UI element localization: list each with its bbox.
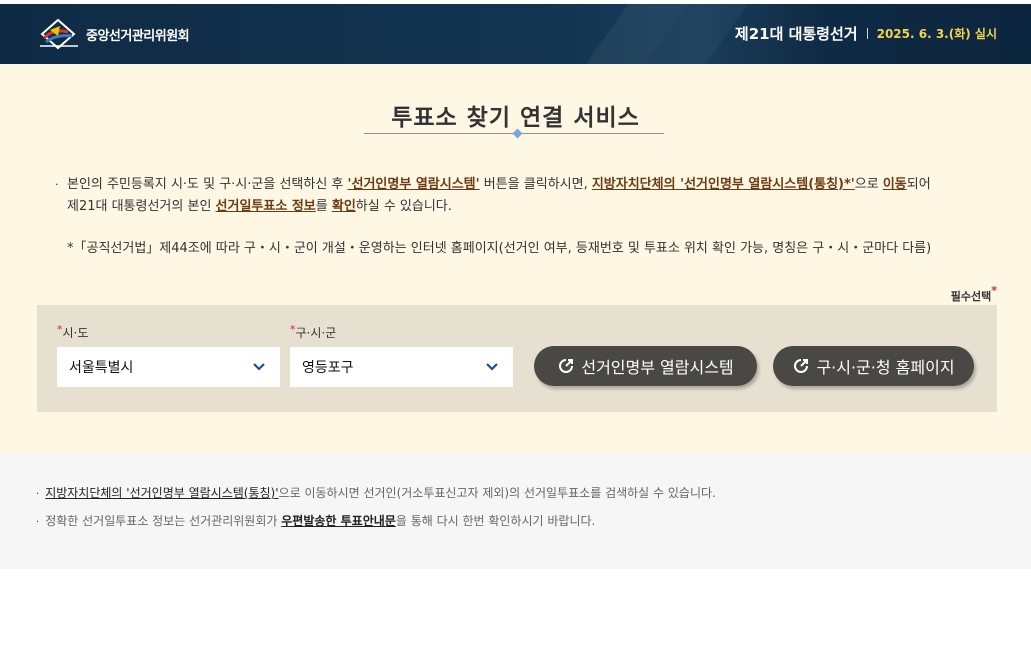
required-mark: * (290, 323, 296, 336)
bullet-icon: · (36, 517, 40, 528)
bullet-icon: · (55, 178, 59, 191)
page-title: 투표소 찾기 연결 서비스 (391, 105, 640, 131)
footer-notice-1: · 지방자치단체의 '선거인명부 열람시스템(통칭)'으로 이동하시면 선거인(거… (36, 484, 716, 501)
desc-highlight-move: 이동 (882, 177, 907, 192)
desc-text: 되어 (906, 177, 931, 192)
desc-highlight-polling-info: 선거일투표소 정보 (215, 199, 316, 214)
desc-text: 으로 (854, 177, 883, 192)
main-content: 투표소 찾기 연결 서비스 · 본인의 주민등록지 시·도 및 구·시·군을 선… (0, 64, 1031, 452)
voter-registry-button-label: 선거인명부 열람시스템 (581, 358, 734, 377)
sigungu-selected-value: 영등포구 (302, 360, 354, 376)
chevron-down-icon (485, 360, 499, 378)
footer-text: 으로 이동하시면 선거인(거소투표신고자 제외)의 선거일투표소를 검색하실 수… (278, 486, 716, 500)
sigungu-label-text: 구·시·군 (295, 326, 337, 340)
chevron-down-icon (252, 360, 266, 378)
voter-registry-button[interactable]: 선거인명부 열람시스템 (534, 346, 757, 386)
nec-logo-icon (38, 18, 80, 50)
election-info: 제21대 대통령선거 2025. 6. 3.(화) 실시 (735, 23, 997, 44)
sigungu-label: *구·시·군 (290, 323, 337, 341)
site-header: 중앙선거관리위원회 제21대 대통령선거 2025. 6. 3.(화) 실시 (0, 4, 1031, 64)
search-panel: *시·도 서울특별시 *구·시·군 영등포구 선거인명부 열람시스템 구·시·군… (37, 305, 997, 412)
org-logo[interactable]: 중앙선거관리위원회 (38, 18, 190, 50)
footer-text: 정확한 선거일투표소 정보는 선거관리위원회가 (45, 514, 282, 528)
desc-highlight-registry: '선거인명부 열람시스템' (347, 177, 480, 192)
desc-text: 버튼을 클릭하시면, (479, 177, 592, 192)
desc-highlight-confirm: 확인 (331, 199, 356, 214)
footer-local-system-text: 지방자치단체의 '선거인명부 열람시스템(통칭)' (45, 486, 279, 500)
election-date: 2025. 6. 3.(화) 실시 (876, 27, 997, 41)
local-homepage-button-label: 구·시·군·청 홈페이지 (816, 358, 955, 377)
footer-mail-guide-text: 우편발송한 투표안내문 (281, 514, 396, 528)
description-paragraph: 본인의 주민등록지 시·도 및 구·시·군을 선택하신 후 '선거인명부 열람시… (55, 174, 995, 218)
desc-text: 를 (315, 199, 332, 214)
sido-selected-value: 서울특별시 (69, 360, 134, 376)
notice-footer: · 지방자치단체의 '선거인명부 열람시스템(통칭)'으로 이동하시면 선거인(거… (0, 452, 1031, 569)
external-link-icon (792, 357, 810, 375)
sido-label: *시·도 (57, 323, 89, 341)
required-mark: * (991, 284, 997, 297)
required-label: 필수선택 (950, 290, 992, 303)
sido-label-text: 시·도 (62, 326, 89, 340)
desc-highlight-local-system: 지방자치단체의 '선거인명부 열람시스템(통칭)*' (591, 177, 855, 192)
law-footnote: *「공직선거법」제44조에 따라 구・시・군이 개설・운영하는 인터넷 홈페이지… (67, 241, 932, 256)
external-link-icon (557, 357, 575, 375)
bullet-icon: · (36, 489, 40, 500)
desc-text: 하실 수 있습니다. (355, 199, 452, 214)
sido-select[interactable]: 서울특별시 (57, 347, 280, 387)
org-name: 중앙선거관리위원회 (86, 28, 190, 44)
desc-text: 제21대 대통령선거의 본인 (67, 199, 216, 214)
sigungu-select[interactable]: 영등포구 (290, 347, 513, 387)
footer-notice-2: · 정확한 선거일투표소 정보는 선거관리위원회가 우편발송한 투표안내문을 통해… (36, 512, 595, 529)
required-notice: 필수선택* (950, 284, 997, 304)
footer-text: 을 통해 다시 한번 확인하시기 바랍니다. (395, 514, 596, 528)
divider (866, 28, 868, 39)
required-mark: * (57, 323, 63, 336)
election-name: 제21대 대통령선거 (734, 25, 858, 43)
desc-text: 본인의 주민등록지 시·도 및 구·시·군을 선택하신 후 (67, 177, 348, 192)
local-homepage-button[interactable]: 구·시·군·청 홈페이지 (773, 346, 974, 386)
service-description: · 본인의 주민등록지 시·도 및 구·시·군을 선택하신 후 '선거인명부 열… (55, 174, 995, 218)
